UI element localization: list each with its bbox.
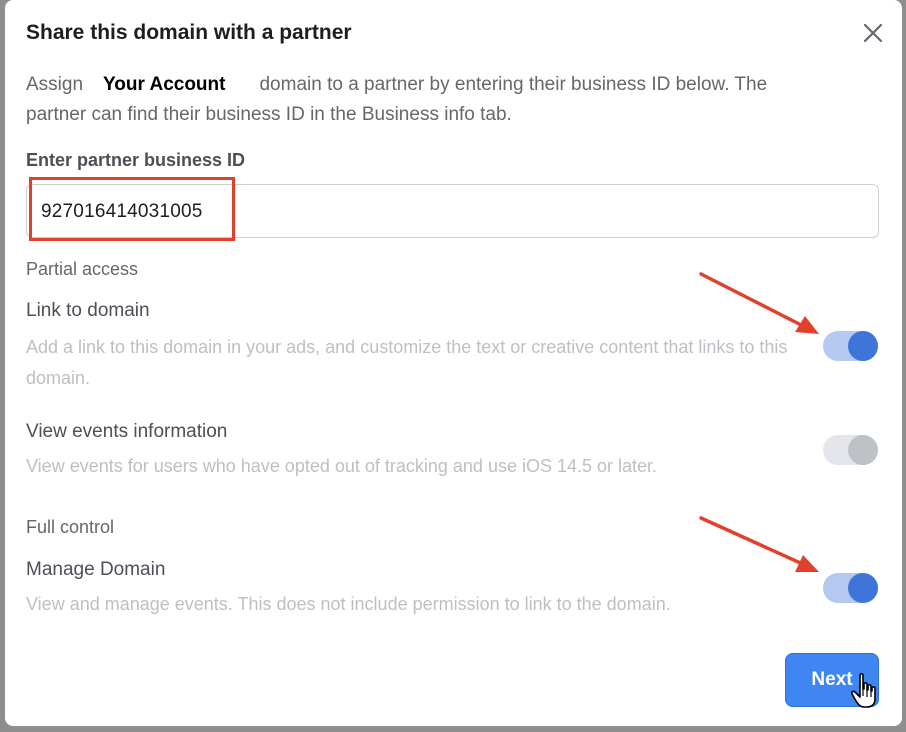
partner-id-input[interactable]: 927016414031005 bbox=[26, 184, 879, 238]
partner-id-label: Enter partner business ID bbox=[26, 150, 246, 170]
partial-access-heading: Partial access bbox=[26, 259, 139, 279]
description-line1-rest: domain to a partner by entering their bu… bbox=[259, 74, 768, 95]
view-events-toggle[interactable] bbox=[823, 435, 878, 465]
close-icon[interactable] bbox=[859, 19, 887, 47]
view-events-description: View events for users who have opted out… bbox=[26, 456, 658, 476]
toggle-knob bbox=[848, 573, 878, 603]
manage-domain-title: Manage Domain bbox=[26, 559, 166, 580]
link-to-domain-description: Add a link to this domain in your ads, a… bbox=[26, 337, 788, 388]
view-events-title: View events information bbox=[26, 421, 228, 442]
full-control-heading: Full control bbox=[26, 517, 115, 537]
account-name: Your Account bbox=[103, 74, 226, 95]
manage-domain-description: View and manage events. This does not in… bbox=[26, 594, 671, 614]
dialog-description: Assign Your Account domain to a partner by… bbox=[26, 70, 856, 130]
link-to-domain-title: Link to domain bbox=[26, 300, 150, 321]
description-line2: partner can find their business ID in th… bbox=[26, 104, 512, 125]
dialog-title: Share this domain with a partner bbox=[26, 21, 352, 44]
toggle-knob bbox=[848, 331, 878, 361]
manage-domain-toggle[interactable] bbox=[823, 573, 878, 603]
link-to-domain-toggle[interactable] bbox=[823, 331, 878, 361]
next-button[interactable]: Next bbox=[785, 653, 879, 707]
description-prefix: Assign bbox=[26, 74, 84, 95]
share-domain-dialog: Share this domain with a partner Assign Y… bbox=[5, 0, 902, 726]
partner-id-value: 927016414031005 bbox=[41, 201, 203, 222]
toggle-knob bbox=[848, 435, 878, 465]
